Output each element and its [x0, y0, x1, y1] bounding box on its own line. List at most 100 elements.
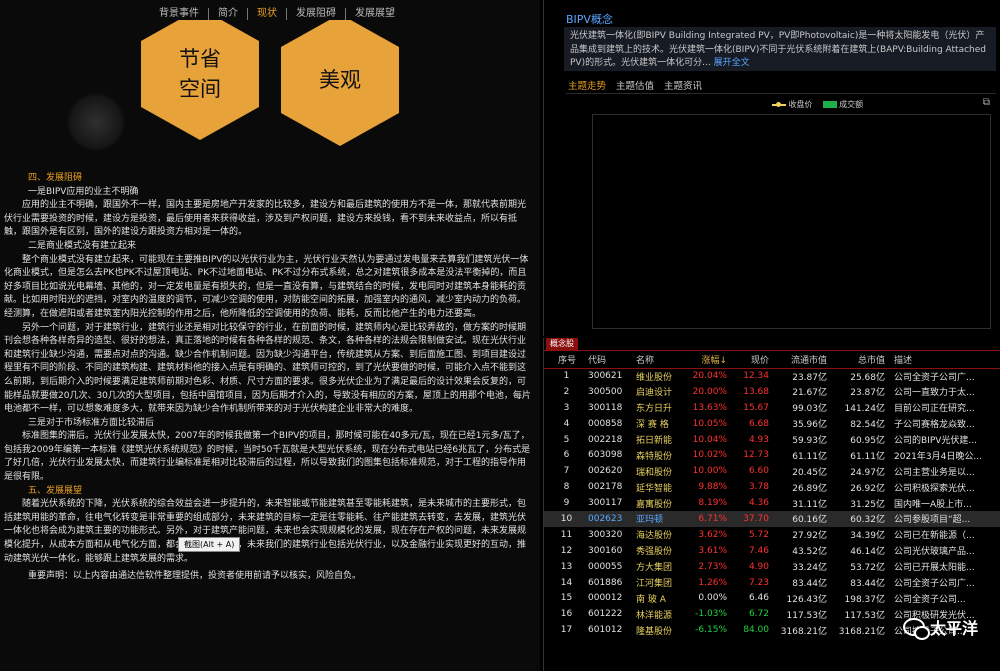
cell-code: 002620 — [588, 466, 623, 477]
expand-link[interactable]: 展开全文 — [714, 58, 750, 68]
table-row[interactable]: 5 002218 拓日新能 10.04% 4.93 59.93亿 60.95亿 公司的BIPV… — [544, 432, 1000, 448]
cell-index: 10 — [544, 511, 582, 527]
tab-intro[interactable]: 简介 — [208, 8, 247, 20]
cell-total-cap: 34.39亿 — [850, 531, 885, 542]
subheading: 三是对于市场标准方面比较滞后 — [28, 417, 155, 428]
cell-price: 7.46 — [748, 545, 769, 556]
cell-change: -6.15% — [695, 625, 727, 636]
cell-index: 11 — [560, 529, 573, 540]
cell-total-cap: 82.54亿 — [850, 420, 885, 431]
cell-name: 延华智能 — [636, 483, 673, 494]
article-body: 四、发展阻碍 一是BIPV应用的业主不明确 应用的业主不明确，跟国外不一样，国内… — [4, 172, 532, 584]
cell-change: 13.63% — [692, 402, 727, 413]
cell-change: 1.26% — [698, 577, 727, 588]
cell-desc: 公司光伏玻璃产品... — [894, 547, 975, 558]
watermark-text: 太平洋 — [929, 619, 978, 638]
tab-theme-valuation[interactable]: 主题估值 — [616, 78, 654, 92]
paragraph: 应用的业主不明确，跟国外不一样，国内主要是房地产开发家的比较多，建设方和最后建筑… — [4, 200, 527, 238]
table-row[interactable]: 15 000012 南 玻 A 0.00% 6.46 126.43亿 198.37亿 公司全资… — [544, 590, 1000, 606]
tab-concept-stocks[interactable]: 概念股 — [546, 338, 578, 350]
tab-theme-trend[interactable]: 主题走势 — [568, 78, 606, 92]
hex-text: 空间 — [179, 77, 221, 101]
table-row[interactable]: 6 603098 森特股份 10.02% 12.73 61.11亿 61.11亿 2021年3… — [544, 447, 1000, 463]
cell-index: 5 — [563, 434, 570, 445]
cell-desc: 公司全资子公司广... — [894, 579, 975, 590]
table-header: 序号 代码 名称 涨幅↓ 现价 流通市值 总市值 描述 — [544, 352, 1000, 369]
col-total-cap[interactable]: 总市值 — [830, 352, 888, 369]
cell-index: 14 — [560, 577, 573, 588]
stock-list-panel: 概念股 序号 代码 名称 涨幅↓ 现价 流通市值 总市值 描述 1 300621 维… — [543, 338, 1000, 671]
cell-index: 8 — [563, 482, 570, 493]
cell-code: 300500 — [588, 386, 623, 397]
cell-change: 10.05% — [692, 418, 727, 429]
cell-code: 000055 — [588, 561, 623, 572]
legend-line-icon — [772, 101, 786, 107]
cell-code: 300621 — [588, 371, 623, 382]
col-change[interactable]: 涨幅↓ — [684, 352, 730, 369]
chart-frame — [592, 114, 991, 329]
cell-price: 13.68 — [743, 386, 769, 397]
col-price[interactable]: 现价 — [730, 352, 772, 369]
cell-code: 603098 — [588, 450, 623, 461]
cell-total-cap: 23.87亿 — [850, 388, 885, 399]
table-row[interactable]: 10 002623 亚玛顿 6.71% 37.70 60.16亿 60.32亿 公司参股项目“… — [544, 511, 1000, 527]
cell-index: 4 — [563, 418, 570, 429]
legend-volume-label: 成交额 — [839, 100, 864, 109]
divider — [544, 350, 1000, 351]
concept-title: BIPV概念 — [566, 13, 613, 26]
table-row[interactable]: 8 002178 延华智能 9.88% 3.78 26.89亿 26.92亿 公司积极探索光伏… — [544, 479, 1000, 495]
table-row[interactable]: 4 000858 深 赛 格 10.05% 6.68 35.96亿 82.54亿 子公司赛格龙… — [544, 416, 1000, 432]
table-row[interactable]: 11 300320 海达股份 3.62% 5.72 27.92亿 34.39亿 公司已在新能源… — [544, 527, 1000, 543]
cell-index: 16 — [560, 609, 573, 620]
col-name[interactable]: 名称 — [626, 352, 684, 369]
cell-change: 0.00% — [698, 593, 727, 604]
cell-price: 6.46 — [748, 593, 769, 604]
cell-float-cap: 60.16亿 — [772, 511, 830, 527]
tab-obstacles[interactable]: 发展阻碍 — [286, 8, 345, 20]
cell-total-cap: 31.25亿 — [850, 499, 885, 510]
cell-code: 601012 — [588, 625, 623, 636]
table-row[interactable]: 1 300621 维业股份 20.04% 12.34 23.87亿 25.68亿 公司全资子公… — [544, 368, 1000, 384]
table-row[interactable]: 7 002620 瑞和股份 10.00% 6.60 20.45亿 24.97亿 公司主营业务是… — [544, 463, 1000, 479]
cell-name: 江河集团 — [636, 579, 673, 590]
table-row[interactable]: 9 300117 嘉寓股份 8.19% 4.36 31.11亿 31.25亿 国内唯一A股上市… — [544, 495, 1000, 511]
table-row[interactable]: 14 601886 江河集团 1.26% 7.23 83.44亿 83.44亿 公司全资子公司… — [544, 575, 1000, 591]
tab-status[interactable]: 现状 — [247, 8, 286, 20]
col-index[interactable]: 序号 — [544, 352, 582, 369]
cell-total-cap: 141.24亿 — [844, 404, 886, 415]
cell-total-cap: 26.92亿 — [850, 483, 885, 494]
cell-change: 3.62% — [698, 529, 727, 540]
cell-name: 嘉寓股份 — [636, 499, 673, 510]
table-row[interactable]: 12 300160 秀强股份 3.61% 7.46 43.52亿 46.14亿 公司光伏玻璃产… — [544, 543, 1000, 559]
cell-desc: 公司的BIPV光伏建... — [894, 436, 977, 446]
concept-panel: BIPV概念 光伏建筑一体化(即BIPV Building Integrated… — [543, 0, 1000, 336]
cell-change: 6.71% — [684, 511, 730, 527]
cell-desc: 公司积极探索光伏... — [894, 483, 975, 494]
col-float-cap[interactable]: 流通市值 — [772, 352, 830, 369]
cell-price: 6.60 — [748, 466, 769, 477]
tab-background[interactable]: 背景事件 — [150, 8, 208, 20]
table-row[interactable]: 2 300500 启迪设计 20.00% 13.68 21.67亿 23.87亿 公司一直致力… — [544, 384, 1000, 400]
cell-change: 20.04% — [692, 371, 727, 382]
cell-total-cap: 3168.21亿 — [838, 626, 885, 637]
legend-close-label: 收盘价 — [788, 100, 813, 109]
cell-price: 12.34 — [743, 371, 769, 382]
tab-theme-news[interactable]: 主题资讯 — [664, 78, 702, 92]
cell-change: 9.88% — [698, 482, 727, 493]
cell-name: 拓日新能 — [636, 436, 673, 446]
subheading: 二是商业模式没有建立起来 — [28, 240, 137, 251]
cell-change: 10.04% — [692, 434, 727, 445]
col-code[interactable]: 代码 — [582, 352, 626, 369]
tab-outlook[interactable]: 发展展望 — [345, 8, 404, 20]
cell-code: 000858 — [588, 418, 623, 429]
chart-legend: 收盘价 成交额 — [772, 99, 863, 110]
cell-change: 20.00% — [692, 386, 727, 397]
table-row[interactable]: 3 300118 东方日升 13.63% 15.67 99.03亿 141.24亿 目前公司正… — [544, 400, 1000, 416]
table-row[interactable]: 13 000055 方大集团 2.73% 4.90 33.24亿 53.72亿 公司已开展太阳… — [544, 559, 1000, 575]
cell-price: 84.00 — [743, 625, 769, 636]
stock-table: 序号 代码 名称 涨幅↓ 现价 流通市值 总市值 描述 1 300621 维业股份 2… — [544, 352, 1000, 638]
article-tab-bar: 背景事件 简介 现状 发展阻碍 发展展望 — [150, 8, 404, 20]
cell-float-cap: 23.87亿 — [792, 372, 827, 383]
col-desc[interactable]: 描述 — [888, 352, 1000, 369]
cell-name: 维业股份 — [636, 372, 673, 383]
